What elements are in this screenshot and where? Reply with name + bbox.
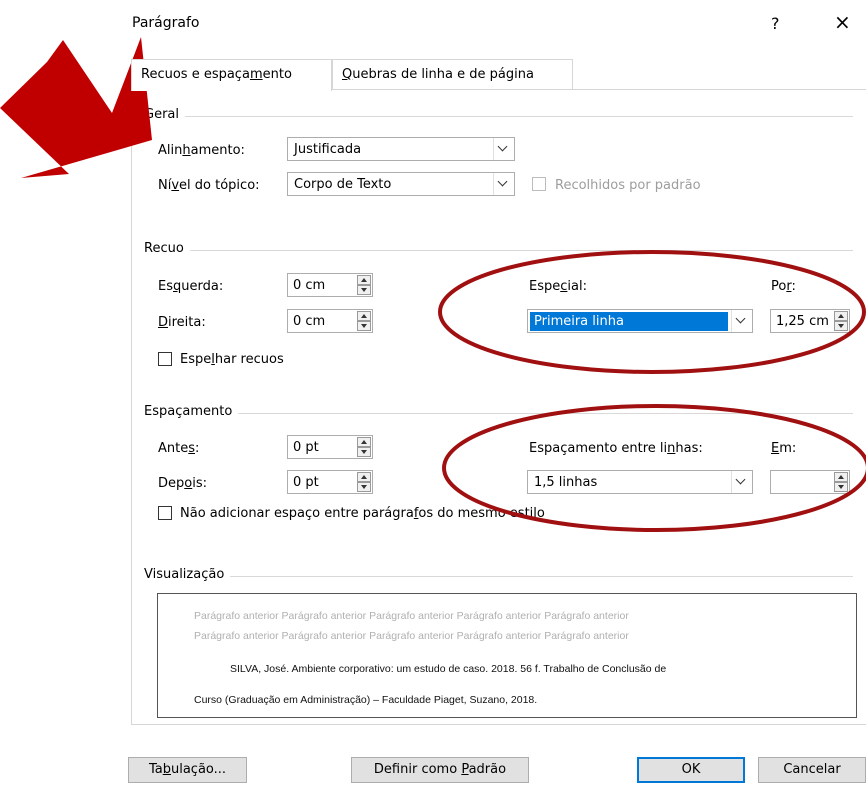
spin-up-icon[interactable] [357, 437, 371, 447]
section-divider [148, 250, 853, 251]
recolhidos-label: Recolhidos por padrão [555, 178, 701, 193]
red-arrow-icon [0, 37, 152, 178]
cancelar-button[interactable]: Cancelar [758, 757, 866, 783]
spin-down-icon[interactable] [357, 447, 371, 457]
help-button[interactable]: ? [771, 14, 780, 33]
preview-box: Parágrafo anterior Parágrafo anterior Pa… [157, 593, 857, 718]
nao-adicionar-label: Não adicionar espaço entre parágrafos do… [180, 506, 545, 521]
nao-adicionar-checkbox[interactable] [158, 506, 172, 520]
section-divider [148, 116, 853, 117]
spin-up-icon[interactable] [834, 311, 848, 321]
nivel-topico-value: Corpo de Texto [294, 177, 392, 192]
entre-linhas-value: 1,5 linhas [534, 475, 598, 490]
por-value: 1,25 cm [776, 314, 829, 329]
close-button[interactable]: × [834, 12, 851, 32]
spin-down-icon[interactable] [357, 482, 371, 492]
alinhamento-label: Alinhamento: [158, 143, 245, 158]
nivel-topico-select[interactable]: Corpo de Texto [287, 172, 515, 196]
em-stepper[interactable] [770, 470, 850, 494]
esquerda-stepper[interactable]: 0 cm [287, 273, 373, 297]
tabulacao-button[interactable]: Tabulação... [128, 757, 247, 783]
alinhamento-select[interactable]: Justificada [287, 137, 515, 161]
spin-up-icon[interactable] [834, 472, 848, 482]
spin-down-icon[interactable] [357, 285, 371, 295]
spin-up-icon[interactable] [357, 472, 371, 482]
por-label: Por: [771, 279, 796, 294]
preview-previous-paragraph: Parágrafo anterior Parágrafo anterior Pa… [194, 630, 629, 642]
esquerda-value: 0 cm [293, 278, 326, 293]
definir-padrao-button[interactable]: Definir como Padrão [351, 757, 529, 783]
direita-value: 0 cm [293, 314, 326, 329]
esquerda-label: Esquerda: [158, 279, 224, 294]
depois-label: Depois: [158, 476, 207, 491]
spin-up-icon[interactable] [357, 311, 371, 321]
preview-sample-line: SILVA, José. Ambiente corporativo: um es… [230, 663, 667, 675]
section-espacamento: Espaçamento [144, 404, 239, 419]
section-divider [148, 413, 853, 414]
section-recuo: Recuo [144, 241, 190, 256]
nivel-topico-label: Nível do tópico: [158, 178, 260, 193]
especial-value: Primeira linha [530, 312, 728, 331]
por-stepper[interactable]: 1,25 cm [770, 309, 850, 333]
spin-down-icon[interactable] [834, 321, 848, 331]
depois-stepper[interactable]: 0 pt [287, 470, 373, 494]
spin-down-icon[interactable] [357, 321, 371, 331]
antes-value: 0 pt [293, 440, 319, 455]
tab-recuos-espacamento[interactable]: Recuos e espaçamento [131, 59, 332, 91]
antes-stepper[interactable]: 0 pt [287, 435, 373, 459]
preview-previous-paragraph: Parágrafo anterior Parágrafo anterior Pa… [194, 610, 629, 622]
espelhar-recuos-label: Espelhar recuos [180, 352, 284, 367]
tab-quebras-linha-pagina[interactable]: Quebras de linha e de página [332, 59, 573, 89]
ok-button[interactable]: OK [637, 757, 745, 783]
chevron-down-icon [493, 173, 514, 195]
tab-label: Recuos e espaçamento [141, 67, 292, 82]
recolhidos-checkbox[interactable] [532, 177, 546, 191]
em-label: Em: [771, 441, 797, 456]
entre-linhas-select[interactable]: 1,5 linhas [527, 470, 753, 494]
especial-label: Especial: [529, 279, 587, 294]
alinhamento-value: Justificada [294, 142, 362, 157]
espelhar-recuos-checkbox[interactable] [158, 352, 172, 366]
spin-down-icon[interactable] [834, 482, 848, 492]
section-visualizacao: Visualização [144, 567, 231, 582]
direita-label: Direita: [158, 315, 206, 330]
antes-label: Antes: [158, 441, 200, 456]
section-geral: Geral [144, 107, 185, 122]
entre-linhas-label: Espaçamento entre linhas: [529, 441, 703, 456]
section-divider [148, 576, 853, 577]
chevron-down-icon [493, 138, 514, 160]
chevron-down-icon [731, 471, 752, 493]
direita-stepper[interactable]: 0 cm [287, 309, 373, 333]
especial-select[interactable]: Primeira linha [527, 309, 753, 333]
spin-up-icon[interactable] [357, 275, 371, 285]
depois-value: 0 pt [293, 475, 319, 490]
chevron-down-icon [731, 310, 752, 332]
preview-sample-line: Curso (Graduação em Administração) – Fac… [194, 694, 538, 706]
tab-label: Quebras de linha e de página [342, 67, 534, 82]
dialog-title: Parágrafo [132, 15, 200, 31]
